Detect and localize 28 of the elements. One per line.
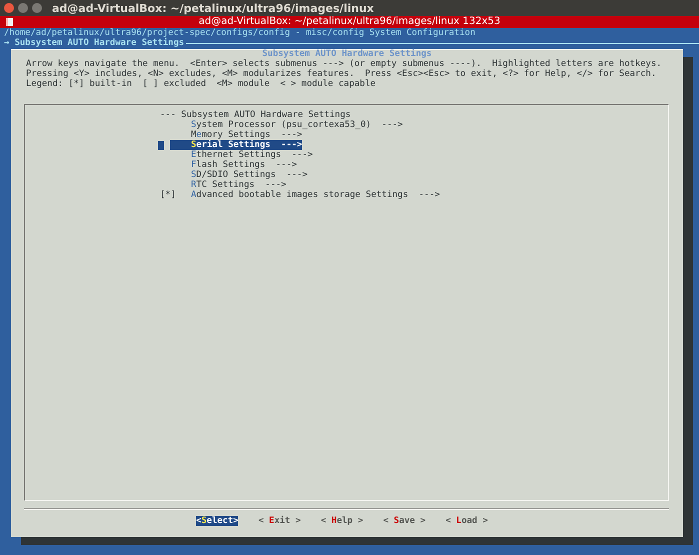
menu-item[interactable]: Advanced bootable images storage Settings ---> (191, 190, 440, 200)
dialog-button[interactable]: < Load > (446, 516, 488, 526)
dialog-title: Subsystem AUTO Hardware Settings (262, 49, 432, 59)
menu-item[interactable]: Serial Settings ---> (170, 140, 302, 150)
window-title: ad@ad-VirtualBox: ~/petalinux/ultra96/images/linux (52, 2, 374, 14)
menu-heading: --- Subsystem AUTO Hardware Settings (160, 110, 351, 120)
config-path: /home/ad/petalinux/ultra96/project-spec/configs/config - misc/config System Configuration (3, 28, 476, 38)
minimize-icon[interactable] (18, 3, 28, 13)
dialog-button[interactable]: < Exit > (258, 516, 301, 526)
menu-item[interactable]: System Processor (psu_cortexa53_0) ---> (191, 120, 403, 130)
checkbox-marker[interactable]: [*] (160, 190, 176, 200)
dialog-button[interactable]: <Select> (196, 516, 238, 526)
maximize-icon[interactable] (32, 3, 42, 13)
dialog-button[interactable]: < Save > (383, 516, 426, 526)
breadcrumb: → Subsystem AUTO Hardware Settings (4, 38, 184, 48)
menu-item[interactable]: Flash Settings ---> (191, 160, 297, 170)
terminal-title: ad@ad-VirtualBox: ~/petalinux/ultra96/images/linux 132x53 (198, 16, 502, 28)
menu-item[interactable]: RTC Settings ---> (191, 180, 286, 190)
cursor (158, 140, 164, 150)
menu-item[interactable]: SD/SDIO Settings ---> (191, 170, 308, 180)
dialog-button[interactable]: < Help > (320, 516, 364, 526)
help-text: Legend: [*] built-in [ ] excluded <M> module < > module capable (26, 79, 376, 89)
menu-item[interactable]: Ethernet Settings ---> (191, 150, 313, 160)
close-icon[interactable] (4, 3, 14, 13)
terminal-icon (6, 18, 13, 26)
menu-item[interactable]: Memory Settings ---> (191, 130, 302, 140)
help-text: Pressing <Y> includes, <N> excludes, <M> modularizes features. Press <Esc><Esc> to exit, <?> for Help, </> for Search. (26, 69, 656, 79)
help-text: Arrow keys navigate the menu. <Enter> selects submenus ---> (or empty submenus ----). Highlighted letters are hotkeys. (26, 59, 662, 69)
